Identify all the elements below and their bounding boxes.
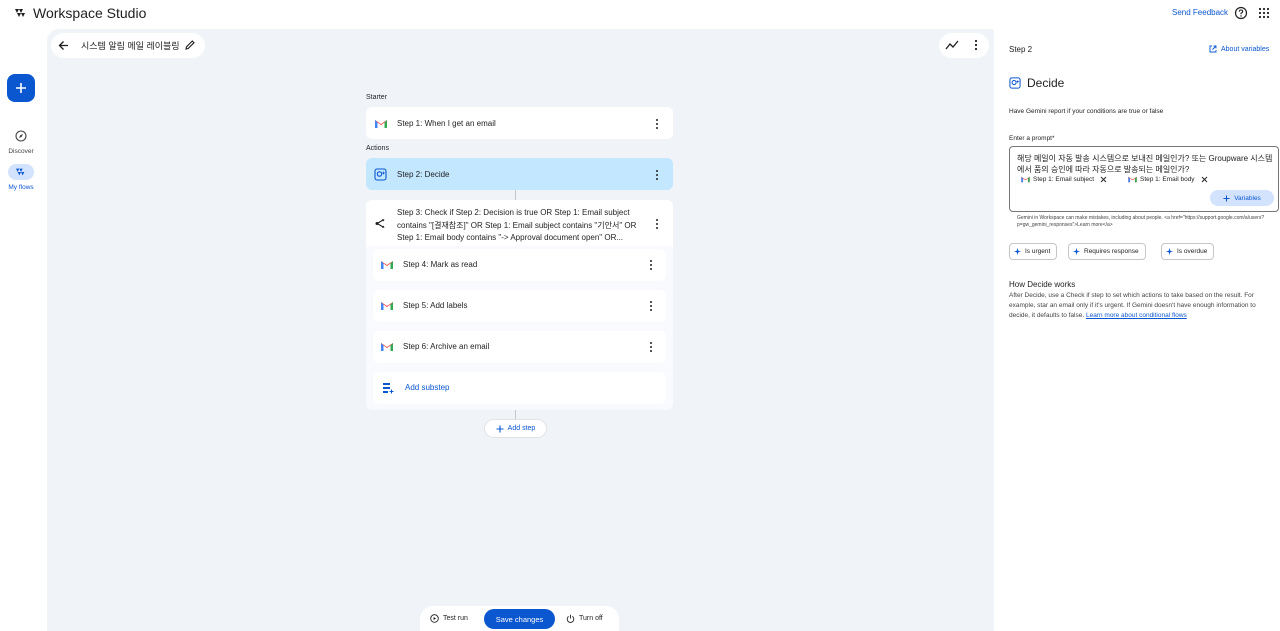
turn-off-label: Turn off <box>579 615 603 622</box>
suggestion-chip-requires-response[interactable]: Requires response <box>1068 243 1146 260</box>
variables-button-label: Variables <box>1234 194 1261 202</box>
suggestion-chip-is-overdue[interactable]: Is overdue <box>1161 243 1215 260</box>
workspace-studio-logo <box>15 9 25 17</box>
variable-chip[interactable]: Step 1: Email subject <box>1021 176 1107 183</box>
step-4-title: Mark as read <box>430 260 478 269</box>
suggestion-label: Is urgent <box>1025 248 1051 255</box>
about-variables-link[interactable]: About variables <box>1209 45 1269 53</box>
flows-icon <box>16 168 25 176</box>
step-5-text: Step 5: Add labels <box>403 301 468 310</box>
add-substep-icon <box>383 383 394 394</box>
more-vert-icon[interactable] <box>970 39 982 51</box>
play-circle-icon <box>430 614 439 623</box>
step-connector <box>515 190 516 200</box>
add-step-button[interactable]: Add step <box>484 419 547 438</box>
plus-icon <box>496 425 504 432</box>
step-5-more-icon[interactable] <box>649 300 653 312</box>
actions-label: Actions <box>366 145 389 152</box>
step-3-title: Check if Step 2: Decision is true OR Ste… <box>397 208 637 242</box>
step-3-text: Step 3: Check if Step 2: Decision is tru… <box>397 207 649 244</box>
step-6-title: Archive an email <box>430 342 490 351</box>
panel-step-label: Step 2 <box>1009 45 1033 54</box>
panel-title: Decide <box>1027 76 1065 90</box>
close-icon[interactable] <box>1100 176 1107 183</box>
top-bar: Workspace Studio Send Feedback <box>0 0 1280 28</box>
back-arrow-icon[interactable] <box>57 39 70 52</box>
branch-icon <box>375 219 385 228</box>
rail-discover-label: Discover <box>8 148 34 155</box>
about-variables-label: About variables <box>1221 45 1270 53</box>
step-1-title: When I get an email <box>424 119 496 128</box>
step-6-more-icon[interactable] <box>649 341 653 353</box>
step-2-title: Decide <box>424 170 450 179</box>
step-4-prefix: Step 4: <box>403 260 429 269</box>
add-substep-label: Add substep <box>405 383 450 392</box>
flow-title: 시스템 알림 메일 레이블링 <box>81 41 180 51</box>
step-1-more-icon[interactable] <box>655 118 659 130</box>
step-3-more-icon[interactable] <box>655 218 659 230</box>
how-decide-works-text: After Decide, use a Check if step to set… <box>1009 291 1275 321</box>
suggestion-label: Is overdue <box>1177 248 1208 255</box>
variable-chip-label: Step 1: Email body <box>1140 176 1195 183</box>
apps-grid-icon[interactable] <box>1258 7 1270 19</box>
variables-button[interactable]: Variables <box>1210 190 1274 206</box>
learn-more-conditional-link[interactable]: Learn more about conditional flows <box>1086 312 1187 319</box>
rail-my-flows-button[interactable] <box>8 164 34 180</box>
step-6-prefix: Step 6: <box>403 342 429 351</box>
add-step-label: Add step <box>507 425 536 432</box>
panel-description: Have Gemini report if your conditions ar… <box>1009 108 1164 115</box>
step-2-more-icon[interactable] <box>655 169 659 181</box>
open-in-new-icon <box>1209 45 1217 53</box>
rail-my-flows-label: My flows <box>8 184 34 191</box>
prompt-label: Enter a prompt* <box>1009 135 1055 142</box>
power-icon <box>566 614 575 623</box>
sparkle-icon <box>1014 248 1021 255</box>
variable-chip[interactable]: Step 1: Email body <box>1128 176 1208 183</box>
close-icon[interactable] <box>1201 176 1208 183</box>
rail-discover-button[interactable] <box>8 128 34 144</box>
step-5-prefix: Step 5: <box>403 301 429 310</box>
step-6-text: Step 6: Archive an email <box>403 342 489 351</box>
sparkle-icon <box>1166 248 1173 255</box>
step-2-prefix: Step 2: <box>397 170 423 179</box>
step-1-prefix: Step 1: <box>397 119 423 128</box>
suggestion-chip-is-urgent[interactable]: Is urgent <box>1009 243 1058 260</box>
activity-trend-icon[interactable] <box>945 39 959 51</box>
test-run-button[interactable]: Test run <box>430 614 468 623</box>
gmail-icon <box>1021 176 1030 183</box>
app-title: Workspace Studio <box>33 5 147 21</box>
step-5-title: Add labels <box>430 301 468 310</box>
step-4-text: Step 4: Mark as read <box>403 260 477 269</box>
save-changes-button[interactable]: Save changes <box>484 609 555 629</box>
step-connector <box>515 410 516 419</box>
gmail-icon <box>1128 176 1137 183</box>
test-run-label: Test run <box>443 615 468 622</box>
send-feedback-link[interactable]: Send Feedback <box>1172 8 1228 17</box>
gemini-decide-icon <box>1009 77 1021 89</box>
starter-label: Starter <box>366 94 388 101</box>
gmail-icon <box>375 120 387 128</box>
step-1-text: Step 1: When I get an email <box>397 119 496 128</box>
step-3-prefix: Step 3: <box>397 208 423 217</box>
suggestion-label: Requires response <box>1084 248 1139 255</box>
variable-chip-label: Step 1: Email subject <box>1033 176 1095 183</box>
gmail-icon <box>381 302 393 310</box>
help-icon[interactable] <box>1234 6 1248 20</box>
step-4-more-icon[interactable] <box>649 259 653 271</box>
how-decide-works-title: How Decide works <box>1009 280 1076 289</box>
prompt-text: 해당 메일이 자동 발송 시스템으로 보내진 메일인가? 또는 Groupwar… <box>1017 154 1273 174</box>
edit-pencil-icon[interactable] <box>184 39 196 51</box>
turn-off-button[interactable]: Turn off <box>566 614 603 623</box>
step-2-text: Step 2: Decide <box>397 170 450 179</box>
step-details-panel <box>997 33 1280 631</box>
gmail-icon <box>381 343 393 351</box>
gemini-disclaimer: Gemini in Workspace can make mistakes, i… <box>1017 215 1265 228</box>
gemini-decide-icon <box>374 168 387 181</box>
sparkle-icon <box>1073 248 1080 255</box>
plus-icon <box>16 83 26 93</box>
create-flow-button[interactable] <box>7 74 35 102</box>
compass-icon <box>15 130 27 142</box>
gmail-icon <box>381 261 393 269</box>
plus-icon <box>1223 195 1230 201</box>
